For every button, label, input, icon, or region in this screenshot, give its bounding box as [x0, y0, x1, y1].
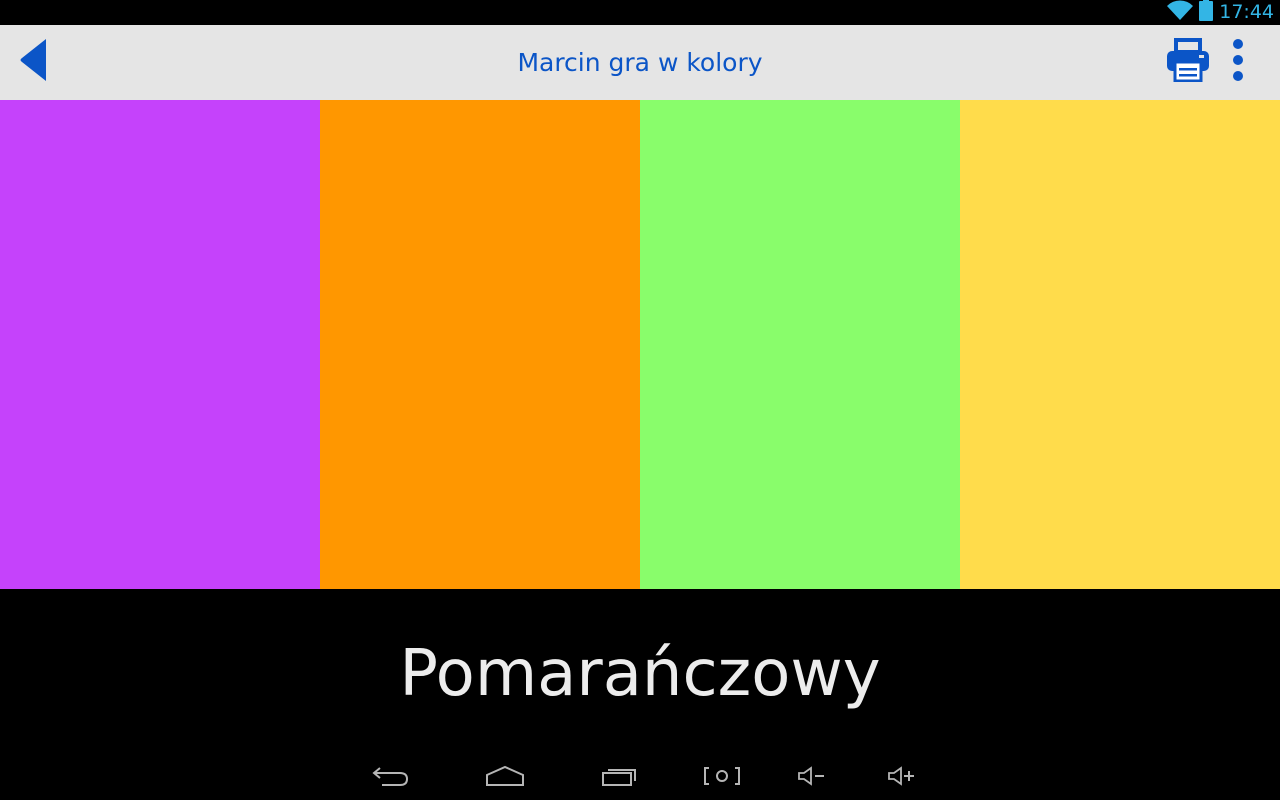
status-time: 17:44: [1219, 1, 1274, 23]
swatch-orange[interactable]: [320, 100, 640, 589]
volume-down-icon: [797, 765, 827, 792]
print-button[interactable]: [1160, 37, 1216, 87]
printer-icon: [1166, 37, 1210, 87]
action-bar: Marcin gra w kolory: [0, 25, 1280, 100]
back-icon: [372, 764, 410, 793]
back-button[interactable]: [10, 37, 56, 87]
current-color-name: Pomarańczowy: [399, 637, 881, 711]
swatch-yellow[interactable]: [960, 100, 1280, 589]
wifi-icon: [1167, 0, 1194, 25]
swatch-purple[interactable]: [0, 100, 320, 589]
battery-icon: [1199, 0, 1214, 26]
nav-screenshot-button[interactable]: [692, 759, 752, 797]
nav-recent-apps-button[interactable]: [590, 759, 650, 797]
nav-volume-down-button[interactable]: [782, 759, 842, 797]
nav-home-button[interactable]: [475, 759, 535, 797]
screenshot-icon: [703, 765, 741, 792]
overflow-menu-button[interactable]: [1220, 37, 1256, 87]
nav-back-button[interactable]: [361, 759, 421, 797]
overflow-menu-icon: [1231, 38, 1245, 87]
color-swatches: [0, 100, 1280, 589]
volume-up-icon: [887, 765, 917, 792]
status-bar: 17:44: [0, 0, 1280, 25]
status-icons: 17:44: [1167, 0, 1274, 25]
nav-volume-up-button[interactable]: [872, 759, 932, 797]
recent-apps-icon: [601, 765, 639, 792]
home-icon: [485, 765, 525, 792]
swatch-green[interactable]: [640, 100, 960, 589]
navigation-bar: [0, 755, 1280, 800]
page-title: Marcin gra w kolory: [517, 48, 763, 77]
back-arrow-icon: [18, 37, 48, 88]
